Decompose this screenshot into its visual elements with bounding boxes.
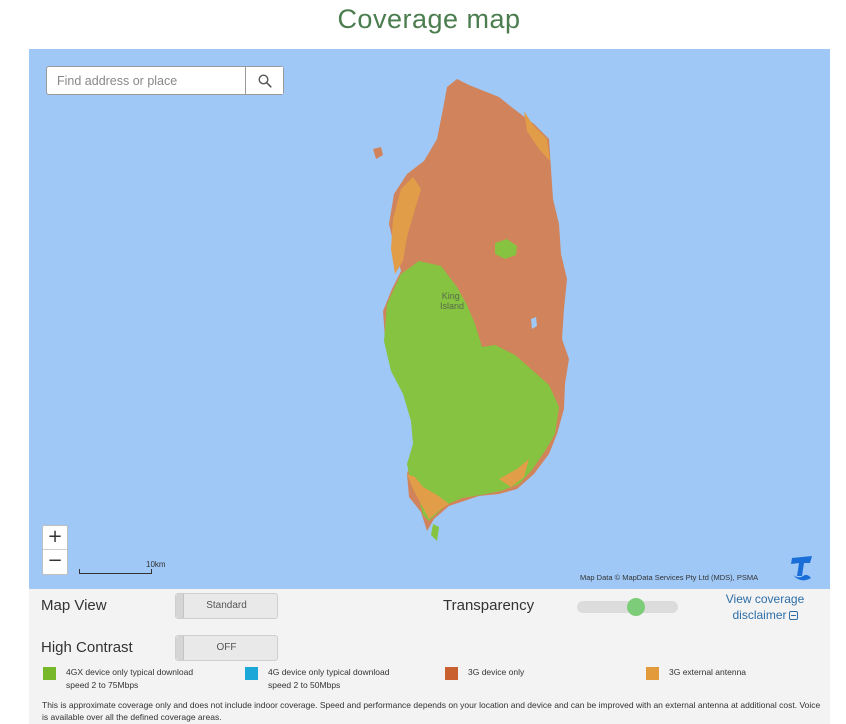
place-label-line1: King [442,291,460,301]
high-contrast-toggle[interactable]: OFF [175,635,278,661]
legend-item-3g: 3G device only [445,666,613,680]
legend-swatch [646,667,659,680]
legend-item-3g-external: 3G external antenna [646,666,814,680]
legend-swatch [445,667,458,680]
legend-label: 3G external antenna [669,667,747,677]
search-box [46,66,284,95]
legend-item-4g: 4G device only typical download speed 2 … [245,666,413,692]
telstra-logo-icon [791,556,812,581]
legend-label: 3G device only [468,667,525,677]
document-icon [788,611,798,620]
coverage-footnote: This is approximate coverage only and do… [42,700,821,722]
island-coverage-shape: King Island [373,79,569,541]
scale-line [79,569,152,574]
disclaimer-link-line1: View coverage [725,592,805,606]
search-input[interactable] [47,67,245,94]
legend-label: 4GX device only typical download speed 2… [66,667,194,690]
zoom-in-button[interactable]: + [43,526,67,550]
place-label: King Island [440,291,464,311]
islet-northwest [373,147,383,159]
high-contrast-label: High Contrast [41,639,133,656]
search-icon [257,73,272,88]
place-label-line2: Island [440,301,464,311]
scale-bar: 10km [79,560,174,574]
scale-label: 10km [146,560,166,569]
page-title: Coverage map [337,4,521,34]
coverage-map[interactable]: King Island + − 10km Map Data © MapData … [29,49,830,589]
view-coverage-disclaimer-link[interactable]: View coverage disclaimer [715,591,815,623]
legend-item-4gx: 4GX device only typical download speed 2… [43,666,211,692]
legend-label: 4G device only typical download speed 2 … [268,667,390,690]
map-view-label: Map View [41,597,107,614]
islet-southwest [431,524,439,541]
map-controls-panel: Map View Standard Transparency View cove… [29,589,830,724]
search-button[interactable] [245,67,283,94]
transparency-label: Transparency [443,597,535,614]
zoom-out-button[interactable]: − [43,550,67,574]
legend-swatch [245,667,258,680]
disclaimer-link-line2: disclaimer [732,608,787,622]
transparency-slider-thumb[interactable] [626,598,645,616]
map-attribution: Map Data © MapData Services Pty Ltd (MDS… [580,573,759,582]
legend-swatch [43,667,56,680]
zoom-control: + − [42,525,68,575]
transparency-slider[interactable] [577,598,678,616]
map-view-toggle[interactable]: Standard [175,593,278,619]
